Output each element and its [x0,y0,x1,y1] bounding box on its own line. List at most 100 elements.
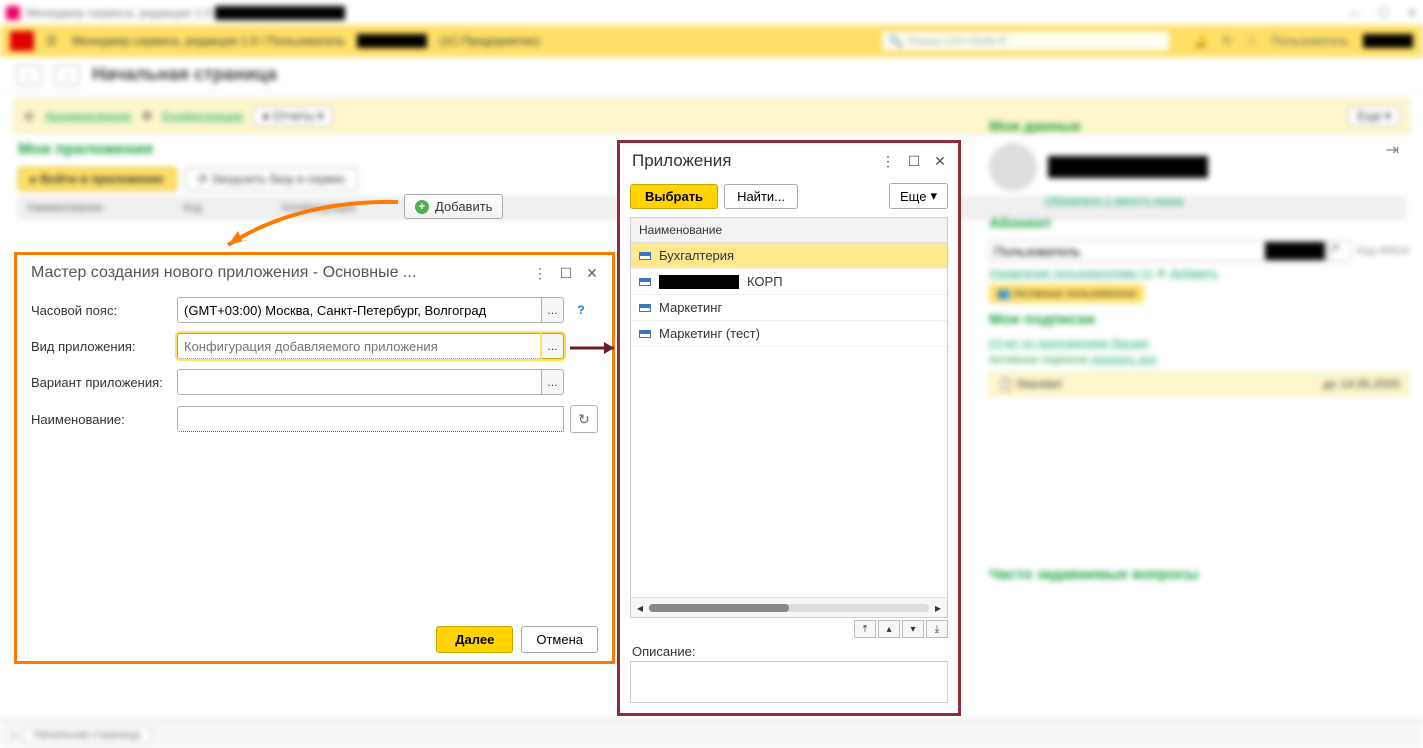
config-icon [639,304,651,312]
variant-field[interactable] [177,369,542,395]
name-field[interactable] [177,406,564,432]
config-icon [639,330,651,338]
updated-link[interactable]: Обновлено 1 минуту назад [1045,195,1409,207]
nav-down-button[interactable]: ▾ [902,620,924,638]
app-top-bar: ☰ Менеджер сервиса, редакция 1.0 / Польз… [0,25,1423,57]
wizard-header: Мастер создания нового приложения - Осно… [17,255,612,291]
home-icon[interactable]: ⌂ [10,729,17,741]
star-icon[interactable]: ☆ [1246,34,1257,48]
list-item-label: КОРП [747,274,783,289]
reports-button[interactable]: ● Отчеты ▾ [253,106,332,126]
active-users-chip[interactable]: 👥 Активные пользователи [989,284,1144,303]
next-button[interactable]: Далее [436,626,513,653]
nav-top-button[interactable]: ⤒ [854,620,876,638]
user-label: Пользователь [1271,34,1349,48]
col-conf: Конфигурация [282,202,356,214]
apps-dialog-toolbar: Выбрать Найти... Еще ▾ [620,179,958,213]
enter-app-button[interactable]: ▸ Войти в приложение [18,167,177,191]
history-icon[interactable]: ↻ [1222,34,1232,48]
list-item[interactable]: Маркетинг (тест) [631,321,947,347]
faq-title: Часто задаваемые вопросы [989,566,1409,583]
kebab-icon[interactable]: ⋮ [878,151,898,171]
gear-icon: ⚙ [142,109,153,123]
tz-field[interactable] [177,297,542,323]
list-item-label: Маркетинг (тест) [659,326,760,341]
name-field-wrap [177,406,564,432]
variant-picker-button[interactable]: ... [542,369,564,395]
tab-start[interactable]: Начальная страница [23,726,151,744]
os-titlebar: Менеджер сервиса, редакция 1.0 — ☐ ✕ [0,0,1423,25]
search-icon: 🔍 [888,34,903,48]
cancel-button[interactable]: Отмена [521,626,598,653]
menu-icon[interactable]: ☰ [46,34,60,48]
select-button[interactable]: Выбрать [630,184,718,209]
plan-until: до 14.05.2020 [1323,377,1400,391]
manage-users-link[interactable]: Управление пользователями (1) [989,268,1153,280]
maximize-icon[interactable]: ☐ [904,151,924,171]
breadcrumb-text: Менеджер сервиса, редакция 1.0 / Пользов… [72,34,345,48]
find-button[interactable]: Найти... [724,184,798,209]
config-icon [639,278,651,286]
list-item[interactable]: Маркетинг [631,295,947,321]
horizontal-scrollbar[interactable]: ◂ ▸ [631,597,947,617]
apps-list: Наименование Бухгалтерия КОРП Маркетинг Мар… [630,217,948,618]
abonent-open-button[interactable]: ↗ [1329,240,1351,262]
back-button[interactable]: ← [16,65,42,85]
right-panel: Мои данные Обновлено 1 минуту назад Абон… [989,110,1409,591]
apps-picker-dialog: Приложения ⋮ ☐ ✕ Выбрать Найти... Еще ▾ … [617,140,961,716]
name-label: Наименование: [31,412,171,427]
close-icon[interactable]: ✕ [1407,6,1417,20]
wizard-dialog: Мастер создания нового приложения - Осно… [14,252,615,664]
config-link[interactable]: Конфигурации [162,109,243,123]
archive-icon: ⦿ [23,108,35,125]
scroll-left-icon[interactable]: ◂ [637,601,643,615]
scroll-thumb[interactable] [649,604,789,612]
redacted-block [215,6,345,20]
refresh-button[interactable]: ↻ [570,405,598,433]
nav-bottom-button[interactable]: ⤓ [926,620,948,638]
description-box[interactable] [630,661,948,703]
kind-label: Вид приложения: [31,339,171,354]
close-icon[interactable]: ✕ [582,263,602,283]
nav-up-button[interactable]: ▴ [878,620,900,638]
show-all-link[interactable]: показать все [1091,354,1156,366]
description-label: Описание: [620,638,958,661]
help-icon[interactable]: ? [570,303,592,317]
list-item[interactable]: Бухгалтерия [631,243,947,269]
tz-label: Часовой пояс: [31,303,171,318]
bell-icon[interactable]: 🔔 [1193,34,1208,48]
exit-icon[interactable]: ⇥ [1386,140,1399,160]
more-button[interactable]: Еще ▾ [889,183,948,209]
scroll-right-icon[interactable]: ▸ [935,601,941,615]
add-app-button[interactable]: + Добавить [404,194,503,219]
maximize-icon[interactable]: ☐ [1378,6,1389,20]
minimize-icon[interactable]: — [1348,6,1360,20]
plan-name: Standart [1016,377,1061,391]
list-item-label: Бухгалтерия [659,248,734,263]
chevron-down-icon: ▾ [930,188,937,204]
forward-button[interactable]: → [54,65,80,85]
list-header: Наименование [631,218,947,243]
global-search[interactable]: 🔍 Поиск Ctrl+Shift+F [881,30,1171,52]
add-user-link[interactable]: Добавить [1170,268,1219,280]
kind-field[interactable] [177,333,542,359]
tz-picker-button[interactable]: ... [542,297,564,323]
page-title: Начальная страница [92,64,277,85]
wizard-footer: Далее Отмена [17,618,612,661]
list-item[interactable]: КОРП [631,269,947,295]
variant-label: Вариант приложения: [31,375,171,390]
kind-picker-button[interactable]: ... [542,333,564,359]
close-icon[interactable]: ✕ [930,151,950,171]
maximize-icon[interactable]: ☐ [556,263,576,283]
wizard-title: Мастер создания нового приложения - Осно… [31,264,524,282]
archive-link[interactable]: Архивирование [45,109,132,123]
variant-field-wrap: ... [177,369,564,395]
subs-report-link[interactable]: Отчет по приложениям (басам) [989,338,1149,350]
kebab-icon[interactable]: ⋮ [530,263,550,283]
load-db-button[interactable]: ⟳ Загрузить базу в сервис [185,167,359,191]
subscription-row[interactable]: 📋 Standart до 14.05.2020 [989,372,1409,396]
active-subs-label: Активные подписки [989,354,1088,366]
abonent-title: Абонент [989,215,1409,232]
mydata-title: Мои данные [989,118,1409,135]
apps-dialog-title: Приложения [632,151,872,171]
